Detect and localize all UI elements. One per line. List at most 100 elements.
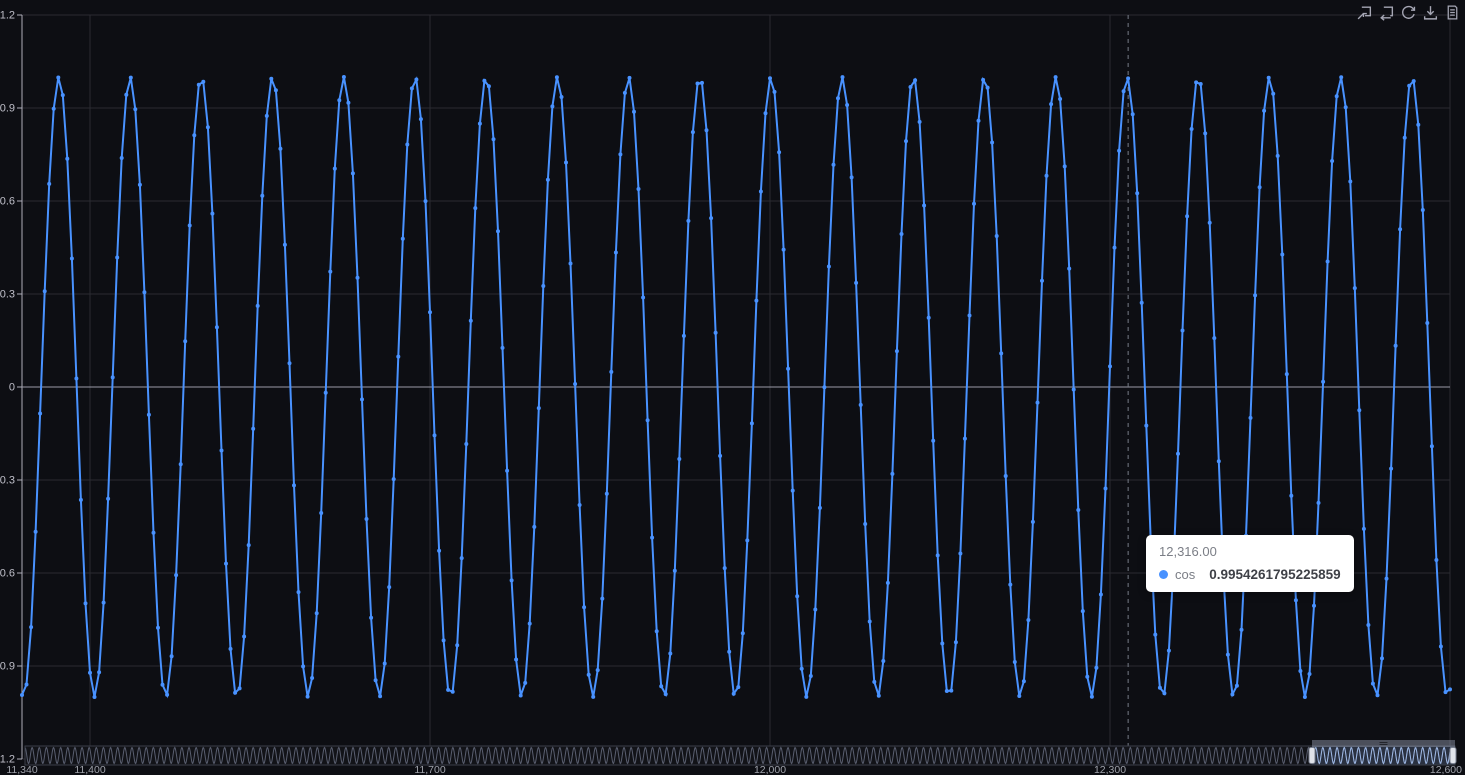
datazoom-slider[interactable] xyxy=(24,740,1457,766)
tooltip-series-name: cos xyxy=(1175,567,1196,582)
data-point xyxy=(659,684,664,689)
data-point xyxy=(1203,131,1208,136)
data-point xyxy=(1411,79,1416,84)
data-point xyxy=(709,216,714,221)
data-point xyxy=(840,75,845,80)
data-point xyxy=(817,505,822,510)
data-point xyxy=(33,529,38,534)
data-point xyxy=(1389,466,1394,471)
data-point xyxy=(681,333,686,338)
data-point xyxy=(604,491,609,496)
data-point xyxy=(1239,627,1244,632)
data-point xyxy=(446,687,451,692)
data-point xyxy=(1230,692,1235,697)
data-point xyxy=(831,162,836,167)
data-point xyxy=(1253,293,1258,298)
data-point xyxy=(350,171,355,176)
data-point xyxy=(210,211,215,216)
data-point xyxy=(863,522,868,526)
data-point xyxy=(1198,82,1203,86)
line-chart[interactable]: 1.20.90.60.30-0.3-0.6-0.9-1.2 11,34011,4… xyxy=(0,0,1465,775)
data-point xyxy=(1448,687,1452,692)
data-point xyxy=(822,385,827,390)
x-axis-label: 12,600 xyxy=(1430,764,1462,775)
data-point xyxy=(237,686,242,691)
data-point xyxy=(450,689,455,694)
data-point xyxy=(804,694,809,699)
data-point xyxy=(369,615,374,620)
data-point xyxy=(260,193,265,198)
data-point xyxy=(609,369,614,374)
data-point xyxy=(663,692,668,697)
data-point xyxy=(1108,364,1112,369)
zoom-reset-button[interactable] xyxy=(1378,4,1395,21)
data-point xyxy=(60,93,65,98)
zoom-select-button[interactable] xyxy=(1356,4,1373,21)
data-point xyxy=(641,295,646,300)
data-point xyxy=(718,453,723,458)
data-point xyxy=(1008,582,1013,587)
data-point xyxy=(885,580,890,585)
data-point xyxy=(772,89,777,94)
data-point xyxy=(183,339,188,344)
data-point xyxy=(1334,94,1339,99)
tooltip-series-value: 0.9954261795225859 xyxy=(1209,567,1341,582)
data-point xyxy=(65,156,70,161)
data-point xyxy=(251,426,256,431)
data-point xyxy=(233,690,238,695)
data-point xyxy=(1080,609,1085,614)
data-point xyxy=(1071,387,1076,392)
data-point xyxy=(1289,493,1294,498)
data-point xyxy=(296,590,301,595)
y-axis-labels: 1.20.90.60.30-0.3-0.6-0.9-1.2 xyxy=(0,10,15,766)
series-marker-dot xyxy=(1159,570,1168,579)
data-point xyxy=(1384,576,1389,581)
data-point xyxy=(1153,632,1158,637)
data-point xyxy=(935,553,940,558)
data-point xyxy=(341,75,346,79)
data-point xyxy=(1044,173,1049,178)
data-point xyxy=(564,160,568,165)
restore-button[interactable] xyxy=(1400,4,1417,21)
data-point xyxy=(1307,672,1312,676)
data-point xyxy=(1416,122,1421,127)
data-point xyxy=(382,661,387,666)
data-point xyxy=(305,694,310,699)
data-point xyxy=(518,693,523,698)
data-point xyxy=(418,117,423,122)
slider-selected-range[interactable] xyxy=(1312,746,1455,765)
data-point xyxy=(532,524,537,529)
restore-icon xyxy=(1400,4,1417,21)
data-point xyxy=(47,181,52,186)
data-point xyxy=(1062,164,1067,169)
slider-handle-right[interactable] xyxy=(1449,747,1457,764)
data-point xyxy=(645,418,650,423)
data-point xyxy=(1162,691,1167,696)
slider-move-handle[interactable] xyxy=(1312,740,1455,747)
data-point xyxy=(1420,208,1425,212)
data-point xyxy=(1121,89,1126,94)
data-point xyxy=(83,601,88,606)
data-point xyxy=(137,182,142,187)
data-point xyxy=(867,619,872,624)
data-point xyxy=(205,125,210,130)
axis-lines xyxy=(17,14,1450,760)
data-point xyxy=(1058,97,1063,101)
data-point xyxy=(287,361,292,366)
data-point xyxy=(1375,693,1380,698)
data-view-button[interactable] xyxy=(1444,4,1461,21)
data-point xyxy=(1126,76,1131,81)
data-point xyxy=(786,366,791,371)
data-point xyxy=(160,682,165,687)
data-point xyxy=(962,436,967,441)
data-point xyxy=(1017,694,1022,698)
data-point xyxy=(1293,598,1298,603)
data-point xyxy=(858,402,863,407)
data-point xyxy=(1103,486,1108,491)
data-point xyxy=(749,421,754,426)
slider-handle-left[interactable] xyxy=(1308,747,1316,764)
data-point xyxy=(1429,444,1434,449)
data-point xyxy=(337,98,342,103)
save-image-button[interactable] xyxy=(1422,4,1439,21)
data-point xyxy=(672,568,677,573)
